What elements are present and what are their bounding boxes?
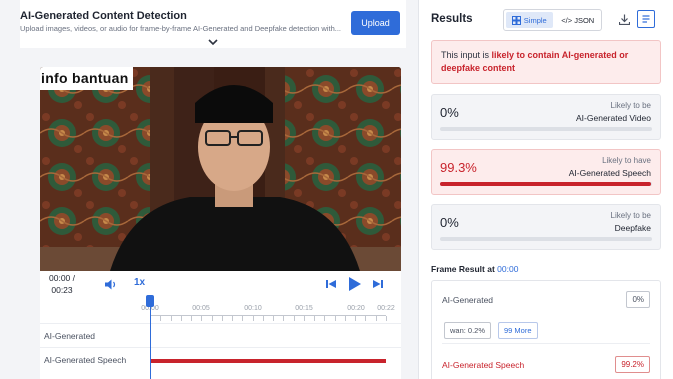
ruler-tick — [180, 316, 182, 321]
ruler-tick — [201, 316, 203, 321]
timeline-row-ai-speech: AI-Generated Speech — [40, 347, 401, 371]
result-pct: 99.3% — [440, 160, 477, 175]
result-progress-fill — [440, 182, 651, 186]
timeline-ruler — [150, 315, 387, 321]
report-icon[interactable] — [637, 10, 655, 28]
ruler-tick — [386, 316, 387, 321]
collapse-toggle[interactable] — [20, 36, 406, 48]
frame-ai-generated-label: AI-Generated — [442, 295, 494, 305]
ruler-tick — [273, 316, 275, 321]
ruler-tick — [324, 316, 326, 321]
time-display: 00:00 / 00:23 — [48, 272, 76, 296]
ruler-tick — [160, 316, 162, 321]
divider — [442, 343, 650, 344]
frame-result-box: AI-Generated 0% wan: 0.2% 99 More AI-Gen… — [431, 280, 661, 379]
ruler-tick — [293, 316, 295, 321]
result-progress-bar — [440, 237, 652, 241]
playhead-line — [150, 297, 151, 379]
ruler-tick — [344, 316, 346, 321]
frame-result-heading: Frame Result at 00:00 — [431, 264, 518, 274]
ruler-tick — [252, 316, 254, 321]
toggle-json[interactable]: </> JSON — [555, 10, 602, 30]
ruler-tick — [262, 316, 264, 321]
ruler-tick — [221, 316, 223, 321]
time-current: 00:00 / — [49, 273, 75, 283]
ruler-tick — [191, 316, 193, 321]
video-frame-image — [40, 67, 401, 271]
frame-result-label: Frame Result at — [431, 264, 495, 274]
result-caption: Likely to be — [610, 101, 651, 110]
grid-icon — [511, 15, 521, 25]
chevron-down-icon — [208, 38, 218, 45]
result-caption: Likely to have — [602, 156, 651, 165]
view-toggle: Simple </> JSON — [503, 9, 602, 31]
time-total: 00:23 — [51, 285, 73, 295]
toggle-json-label: </> JSON — [561, 15, 595, 25]
detection-timeline[interactable]: 00:00 00:05 00:10 00:15 00:20 00:22 AI-G… — [40, 295, 401, 379]
ruler-tick — [211, 316, 213, 321]
result-caption: Likely to be — [610, 211, 651, 220]
ruler-tick — [334, 316, 336, 321]
frame-speech-pct: 99.2% — [615, 356, 650, 373]
ruler-tick — [170, 316, 172, 321]
result-pct: 0% — [440, 215, 459, 230]
upload-button[interactable]: Upload — [351, 11, 400, 35]
timeline-row-label: AI-Generated — [44, 331, 96, 341]
detection-warning: This input is likely to contain AI-gener… — [431, 40, 661, 84]
skip-back-icon[interactable] — [324, 277, 338, 291]
ruler-tick — [283, 316, 285, 321]
page-subtitle: Upload images, videos, or audio for fram… — [20, 24, 342, 33]
ruler-tick — [365, 316, 367, 321]
results-panel: Results Simple </> JSON This input is li… — [418, 0, 673, 379]
result-category: AI-Generated Speech — [568, 168, 651, 178]
playback-speed-button[interactable]: 1x — [134, 277, 145, 288]
result-progress-bar — [440, 182, 652, 186]
ruler-tick — [232, 316, 234, 321]
timeline-ticks: 00:00 00:05 00:10 00:15 00:20 00:22 — [141, 303, 395, 315]
toggle-simple-label: Simple — [523, 15, 547, 25]
result-category: Deepfake — [614, 223, 651, 233]
ruler-tick — [314, 316, 316, 321]
tick-label: 00:22 — [377, 305, 395, 312]
result-card-deepfake: 0% Likely to be Deepfake — [431, 204, 661, 250]
ruler-tick — [242, 316, 244, 321]
toggle-simple[interactable]: Simple — [506, 12, 553, 28]
frame-result-time: 00:00 — [497, 264, 519, 274]
left-panel: AI-Generated Content Detection Upload im… — [0, 0, 418, 379]
result-progress-bar — [440, 127, 652, 131]
video-controls: 00:00 / 00:23 1x — [40, 271, 401, 297]
more-models-button[interactable]: 99 More — [498, 322, 538, 339]
play-icon[interactable] — [346, 275, 364, 293]
page-title: AI-Generated Content Detection — [20, 10, 187, 22]
warning-prefix: This input is — [441, 50, 492, 60]
video-overlay-text: info bantuan — [40, 67, 133, 90]
result-card-ai-speech: 99.3% Likely to have AI-Generated Speech — [431, 149, 661, 195]
tick-label: 00:15 — [295, 305, 313, 312]
speech-detection-bar — [150, 359, 386, 363]
frame-speech-label: AI-Generated Speech — [442, 360, 525, 370]
ruler-tick — [375, 316, 377, 321]
tick-label: 00:20 — [347, 305, 365, 312]
playhead-handle[interactable] — [146, 295, 154, 307]
result-card-ai-video: 0% Likely to be AI-Generated Video — [431, 94, 661, 140]
timeline-row-label: AI-Generated Speech — [44, 355, 127, 365]
timeline-row-ai-generated: AI-Generated — [40, 323, 401, 347]
result-category: AI-Generated Video — [576, 113, 651, 123]
download-icon[interactable] — [615, 10, 633, 28]
video-player[interactable]: info bantuan — [40, 67, 401, 271]
tick-label: 00:10 — [244, 305, 262, 312]
model-chip[interactable]: wan: 0.2% — [444, 322, 492, 339]
ruler-tick — [303, 316, 305, 321]
results-title: Results — [431, 13, 473, 25]
tick-label: 00:05 — [192, 305, 210, 312]
result-pct: 0% — [440, 105, 459, 120]
ruler-tick — [355, 316, 357, 321]
skip-forward-icon[interactable] — [371, 277, 385, 291]
volume-icon[interactable] — [104, 277, 118, 291]
frame-ai-generated-pct: 0% — [626, 291, 650, 308]
